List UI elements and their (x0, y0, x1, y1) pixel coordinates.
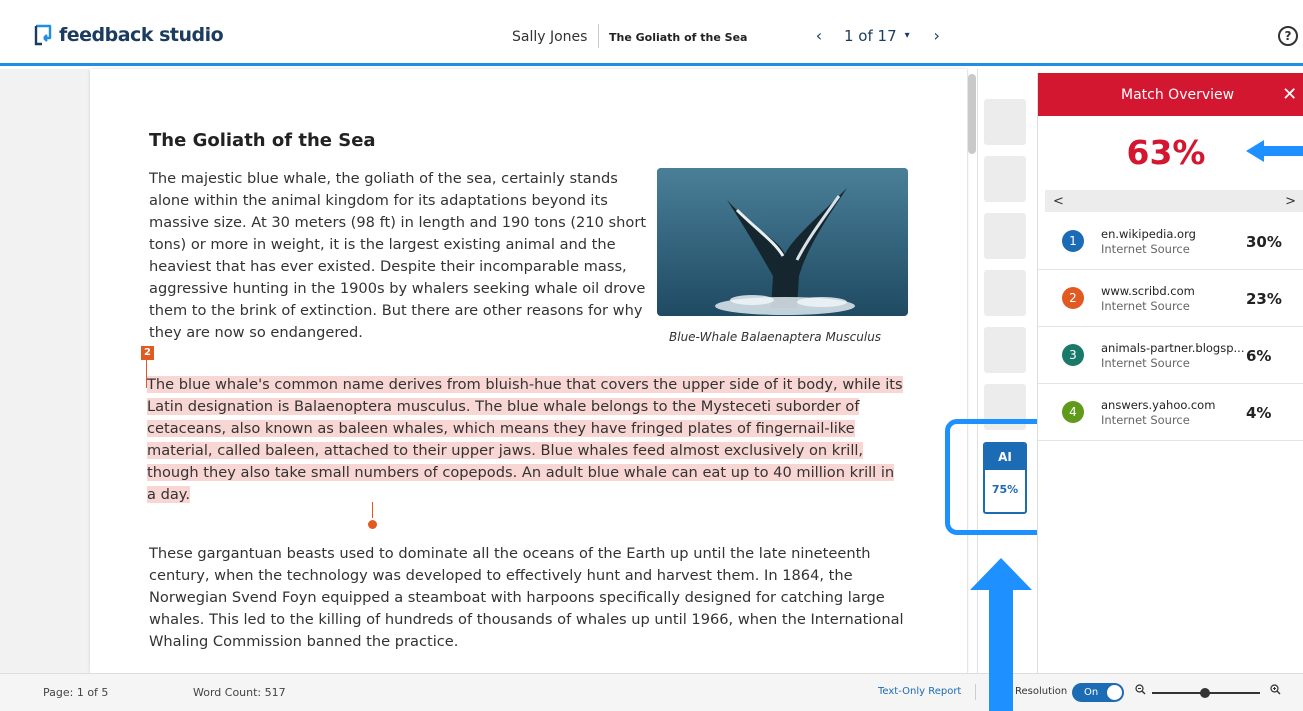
layer-slot[interactable] (984, 99, 1026, 145)
status-bar: Page: 1 of 5 Word Count: 517 Text-Only R… (0, 673, 1303, 711)
layer-slot[interactable] (984, 270, 1026, 316)
source-type: Internet Source (1101, 299, 1190, 313)
feedback-studio-logo-icon (34, 24, 52, 46)
source-item[interactable]: 4 answers.yahoo.com Internet Source 4% (1038, 384, 1303, 441)
source-type: Internet Source (1101, 356, 1190, 370)
zoom-out-icon[interactable] (1135, 684, 1146, 698)
paper-title: The Goliath of the Sea (609, 31, 748, 44)
source-name: answers.yahoo.com (1101, 398, 1216, 412)
next-paper-button[interactable]: › (928, 26, 946, 45)
document-title: The Goliath of the Sea (149, 130, 376, 151)
paper-pager: ‹ 1 of 17 ▾ › (810, 26, 946, 45)
student-name: Sally Jones (512, 29, 588, 45)
source-number: 3 (1062, 344, 1084, 366)
source-name: animals-partner.blogsp... (1101, 341, 1245, 355)
panel-title: Match Overview (1121, 86, 1235, 103)
prev-paper-button[interactable]: ‹ (810, 26, 828, 45)
source-name: en.wikipedia.org (1101, 227, 1196, 241)
paragraph-3: These gargantuan beasts used to dominate… (149, 545, 904, 650)
resolution-toggle[interactable]: On (1072, 683, 1124, 702)
match-marker-badge[interactable]: 2 (141, 346, 154, 360)
source-item[interactable]: 1 en.wikipedia.org Internet Source 30% (1038, 213, 1303, 270)
highlighted-match-text[interactable]: The blue whale's common name derives fro… (147, 376, 903, 503)
source-percent: 4% (1246, 404, 1272, 422)
source-number: 1 (1062, 230, 1084, 252)
ai-callout-arrow-icon (970, 558, 1032, 711)
layer-slot[interactable] (984, 327, 1026, 373)
chevron-down-icon[interactable]: ▾ (905, 30, 910, 41)
close-icon[interactable]: ✕ (1282, 84, 1297, 105)
match-overview-panel: Match Overview ✕ 63% < > 1 en.wikipedia.… (1037, 73, 1303, 673)
layer-slot[interactable] (984, 156, 1026, 202)
header-divider (598, 24, 599, 48)
top-bar: feedback studio Sally Jones The Goliath … (0, 0, 1303, 66)
nav-next-button[interactable]: > (1285, 194, 1296, 209)
source-percent: 30% (1246, 233, 1282, 251)
app-logo[interactable]: feedback studio (33, 24, 224, 46)
document-page: The Goliath of the Sea The majestic blue… (90, 69, 967, 673)
source-type: Internet Source (1101, 413, 1190, 427)
page-count: Page: 1 of 5 (43, 686, 109, 699)
text-only-report-link[interactable]: Text-Only Report (878, 686, 961, 697)
source-item[interactable]: 2 www.scribd.com Internet Source 23% (1038, 270, 1303, 327)
source-name: www.scribd.com (1101, 284, 1195, 298)
panel-header: Match Overview ✕ (1038, 73, 1303, 116)
source-number: 2 (1062, 287, 1084, 309)
help-icon[interactable]: ? (1278, 26, 1298, 46)
whale-tail-image (657, 168, 908, 316)
match-end-handle[interactable] (368, 520, 377, 529)
source-item[interactable]: 3 animals-partner.blogsp... Internet Sou… (1038, 327, 1303, 384)
source-percent: 23% (1246, 290, 1282, 308)
match-end-line (372, 502, 373, 518)
source-percent: 6% (1246, 347, 1272, 365)
nav-prev-button[interactable]: < (1053, 194, 1064, 209)
word-count: Word Count: 517 (193, 686, 286, 699)
highlighted-paragraph[interactable]: The blue whale's common name derives fro… (147, 374, 907, 506)
image-caption: Blue-Whale Balaenaptera Musculus (669, 330, 882, 344)
source-type: Internet Source (1101, 242, 1190, 256)
app-name: feedback studio (59, 24, 224, 46)
source-number: 4 (1062, 401, 1084, 423)
paper-indicator[interactable]: 1 of 17 (844, 27, 897, 45)
toggle-state: On (1084, 687, 1099, 698)
percent-callout-arrow-icon (1246, 140, 1303, 162)
toggle-knob (1107, 685, 1122, 700)
panel-nav: < > (1045, 190, 1303, 212)
paragraph-1: The majestic blue whale, the goliath of … (149, 170, 647, 341)
whale-tail-illustration (657, 168, 908, 316)
layer-slot[interactable] (984, 213, 1026, 259)
zoom-in-icon[interactable] (1270, 684, 1281, 698)
zoom-slider-thumb[interactable] (1200, 688, 1210, 698)
document-scrollbar[interactable] (968, 74, 976, 154)
